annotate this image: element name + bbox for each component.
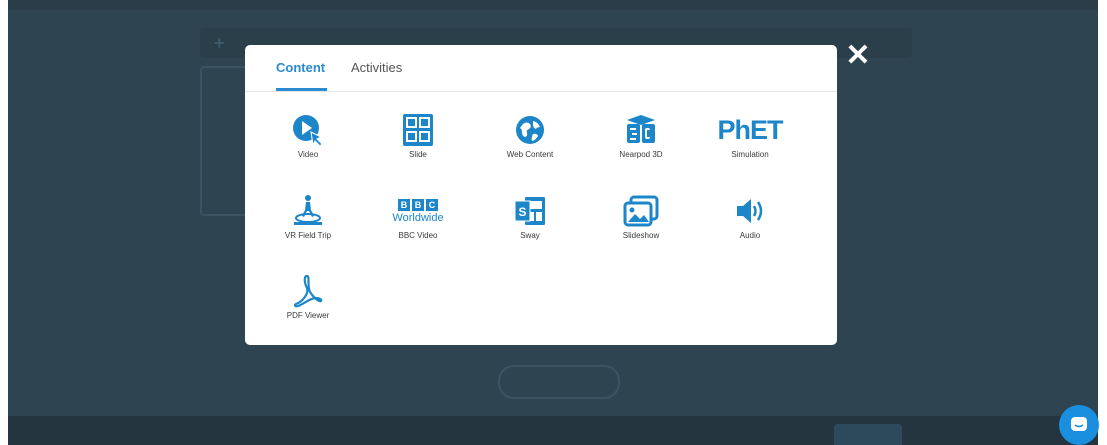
background-footer (8, 416, 1098, 445)
phet-logo: PhET (710, 113, 790, 147)
content-item-label: BBC Video (398, 231, 438, 240)
bbc-worldwide-logo: BBC Worldwide (378, 194, 458, 228)
content-item-video[interactable]: Video (268, 113, 348, 159)
content-item-vr-field-trip[interactable]: VR Field Trip (268, 194, 348, 240)
modal-tabs: Content Activities (245, 45, 837, 92)
add-content-modal: Content Activities Video Slide Web Conte… (245, 45, 837, 345)
content-item-label: Nearpod 3D (619, 150, 663, 159)
vr-field-trip-icon (268, 194, 348, 228)
globe-icon (490, 113, 570, 147)
content-item-nearpod-3d[interactable]: Nearpod 3D (601, 113, 681, 159)
chat-bubble-icon (1071, 417, 1087, 431)
phet-logo-text: PhET (717, 115, 783, 145)
tab-activities[interactable]: Activities (351, 60, 402, 75)
video-play-icon (268, 113, 348, 147)
content-item-sway[interactable]: S Sway (490, 194, 570, 240)
speaker-icon (710, 194, 790, 228)
slideshow-images-icon (601, 194, 681, 228)
content-item-audio[interactable]: Audio (710, 194, 790, 240)
content-item-label: Video (297, 150, 319, 159)
cube-3d-icon (601, 113, 681, 147)
svg-text:S: S (518, 205, 526, 219)
pdf-icon (268, 274, 348, 308)
chat-widget-button[interactable] (1059, 405, 1099, 445)
content-item-simulation[interactable]: PhET Simulation (710, 113, 790, 159)
background-upload-button (498, 365, 620, 399)
bbc-logo-boxes: BBC (398, 198, 438, 211)
tab-content[interactable]: Content (276, 60, 325, 75)
content-item-bbc-video[interactable]: BBC Worldwide BBC Video (378, 194, 458, 240)
content-item-web-content[interactable]: Web Content (490, 113, 570, 159)
bbc-worldwide-text: Worldwide (392, 211, 444, 224)
content-item-label: PDF Viewer (286, 311, 330, 320)
content-item-pdf-viewer[interactable]: PDF Viewer (268, 274, 348, 320)
active-tab-indicator (276, 88, 327, 91)
content-item-label: Audio (739, 231, 761, 240)
content-item-slide[interactable]: Slide (378, 113, 458, 159)
background-footer-button (834, 424, 902, 445)
close-icon[interactable]: ✕ (843, 41, 873, 71)
content-item-label: Web Content (506, 150, 554, 159)
content-item-label: Sway (520, 231, 540, 240)
content-item-label: Slideshow (622, 231, 660, 240)
slide-grid-icon (378, 113, 458, 147)
content-item-label: Slide (409, 150, 427, 159)
sway-icon: S (490, 194, 570, 228)
background-add-icon: + (214, 33, 225, 53)
background-top-bar (8, 0, 1098, 10)
content-item-label: VR Field Trip (284, 231, 332, 240)
content-item-slideshow[interactable]: Slideshow (601, 194, 681, 240)
content-item-label: Simulation (731, 150, 769, 159)
